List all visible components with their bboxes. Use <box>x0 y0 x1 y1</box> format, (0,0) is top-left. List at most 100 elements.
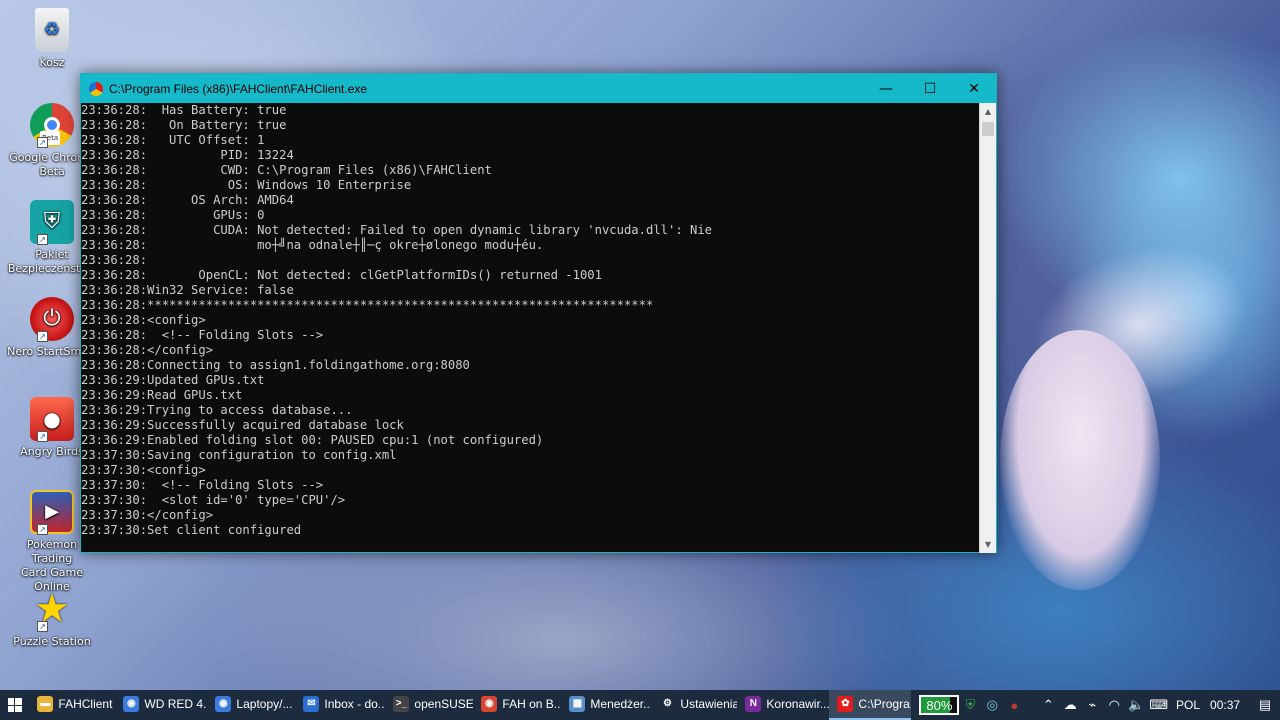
taskbar-item[interactable]: ▦ Menedżer... <box>561 690 651 720</box>
desktop-icon-puzzle-station[interactable]: ★ ↗ Puzzle Station <box>7 587 97 649</box>
windows-logo-icon <box>7 698 22 712</box>
console-line: 23:36:28:*******************************… <box>81 298 654 312</box>
onedrive-cloud-icon[interactable]: ☁ <box>1061 690 1079 720</box>
gear-icon: ⚙ <box>662 698 672 709</box>
folder-icon: ▬ <box>37 696 54 712</box>
console-line: 23:37:30:</config> <box>81 508 214 522</box>
language-indicator[interactable]: POL <box>1176 698 1200 712</box>
taskbar-item-label: C:\Progra... <box>858 697 911 711</box>
chrome-icon: ◉ <box>481 696 498 712</box>
wifi-icon[interactable]: ◠ <box>1105 690 1123 720</box>
chevron-up-icon[interactable]: ⌃ <box>1039 690 1057 720</box>
wallpaper-figure <box>1000 330 1160 590</box>
console-line: 23:36:29:Successfully acquired database … <box>81 418 404 432</box>
console-line: 23:36:28: mo┼╝na odnale┼║─ç okre┼ølonego… <box>81 238 544 252</box>
scroll-down-icon[interactable]: ▼ <box>980 536 996 553</box>
console-line: 23:36:28: GPUs: 0 <box>81 208 265 222</box>
console-line: 23:36:29:Trying to access database... <box>81 403 353 417</box>
console-line: 23:37:30:Saving configuration to config.… <box>81 448 397 462</box>
power-plug-icon[interactable]: ⌁ <box>1083 690 1101 720</box>
close-button[interactable]: ✕ <box>952 74 996 103</box>
scroll-thumb[interactable] <box>982 122 994 136</box>
taskbar-item-label: Laptopy/... <box>236 697 293 711</box>
taskbar-item[interactable]: ⚙ Ustawienia <box>651 690 737 720</box>
console-line: 23:37:30:<config> <box>81 463 206 477</box>
shortcut-arrow-icon: ↗ <box>37 524 48 535</box>
desktop-icon-recycle-bin[interactable]: ♻ Kosz <box>7 8 97 70</box>
console-line: 23:36:28: OS: Windows 10 Enterprise <box>81 178 412 192</box>
console-line: 23:36:28: CUDA: Not detected: Failed to … <box>81 223 713 237</box>
taskbar-item-label: Ustawienia <box>680 697 738 711</box>
fah-icon: ✿ <box>837 696 854 712</box>
taskbar-item-label: Menedżer... <box>590 697 652 711</box>
scroll-up-icon[interactable]: ▲ <box>980 103 996 120</box>
console-line: 23:36:28:Win32 Service: false <box>81 283 294 297</box>
defender-icon[interactable]: ⛨ <box>961 690 979 720</box>
console-line: 23:36:29:Updated GPUs.txt <box>81 373 265 387</box>
taskbar-item[interactable]: ◉ Laptopy/... <box>207 690 295 720</box>
taskbar-item[interactable]: ✿ C:\Progra... <box>829 690 912 720</box>
taskbar: ▬ FAHClient ◉ WD RED 4... ◉ Laptopy/... ✉ Inbox… <box>0 690 1280 720</box>
console-line: 23:36:28:</config> <box>81 343 214 357</box>
taskbar-item[interactable]: >_ openSUSE... <box>385 690 473 720</box>
start-button[interactable] <box>0 690 29 720</box>
taskbar-item-label: WD RED 4... <box>144 697 208 711</box>
console-line: 23:36:29:Read GPUs.txt <box>81 388 243 402</box>
volume-icon[interactable]: 🔈 <box>1127 690 1145 720</box>
shortcut-arrow-icon: ↗ <box>37 234 48 245</box>
shortcut-arrow-icon: ↗ <box>37 431 48 442</box>
chrome-icon: ◉ <box>215 696 232 712</box>
console-line: 23:36:29:Enabled folding slot 00: PAUSED… <box>81 433 544 447</box>
console-output[interactable]: 23:36:28: Has Battery: true 23:36:28: On … <box>81 103 980 553</box>
taskbar-item-label: Koronawir... <box>766 697 830 711</box>
console-line: 23:36:28: On Battery: true <box>81 118 287 132</box>
console-line: 23:36:28: UTC Offset: 1 <box>81 133 265 147</box>
mail-icon: ✉ <box>303 696 320 712</box>
shortcut-arrow-icon: ↗ <box>37 621 48 632</box>
taskbar-item[interactable]: ◉ WD RED 4... <box>115 690 207 720</box>
desktop-icon-label: Kosz <box>39 56 65 69</box>
console-line: 23:36:28: PID: 13224 <box>81 148 294 162</box>
taskbar-item[interactable]: ▬ FAHClient <box>29 690 115 720</box>
console-line: 23:36:28:Connecting to assign1.foldingat… <box>81 358 470 372</box>
notifications-icon[interactable]: ▤ <box>1256 690 1274 720</box>
clock[interactable]: 00:37 <box>1210 698 1240 712</box>
console-line: 23:36:28: <!-- Folding Slots --> <box>81 328 324 342</box>
taskbar-item[interactable]: N Koronawir... <box>737 690 829 720</box>
fah-icon <box>89 81 103 96</box>
taskbar-item-label: FAHClient <box>58 697 113 711</box>
console-line: 23:37:30: <slot id='0' type='CPU'/> <box>81 493 346 507</box>
tray-app-icon[interactable]: ◎ <box>983 690 1001 720</box>
terminal-icon: >_ <box>393 696 410 712</box>
tray-red-icon[interactable]: ● <box>1005 690 1023 720</box>
taskbar-item[interactable]: ✉ Inbox - do... <box>295 690 385 720</box>
onenote-icon: N <box>745 696 762 712</box>
console-line: 23:36:28: OS Arch: AMD64 <box>81 193 294 207</box>
taskbar-item-label: openSUSE... <box>414 697 474 711</box>
maximize-button[interactable]: ☐ <box>908 74 952 103</box>
taskbar-items: ▬ FAHClient ◉ WD RED 4... ◉ Laptopy/... ✉ Inbox… <box>29 690 912 720</box>
window-titlebar[interactable]: C:\Program Files (x86)\FAHClient\FAHClie… <box>81 74 996 103</box>
taskbar-item[interactable]: ◉ FAH on B... <box>473 690 561 720</box>
recycle-bin-icon: ♻ <box>35 8 69 52</box>
minimize-button[interactable]: — <box>864 74 908 103</box>
vertical-scrollbar[interactable]: ▲ ▼ <box>979 103 996 553</box>
console-line: 23:36:28:<config> <box>81 313 206 327</box>
console-window[interactable]: C:\Program Files (x86)\FAHClient\FAHClie… <box>80 73 997 553</box>
battery-indicator[interactable]: 80% <box>919 695 960 715</box>
battery-percent: 80% <box>926 697 953 713</box>
console-line: 23:36:28: <box>81 253 148 267</box>
shortcut-arrow-icon: ↗ <box>37 331 48 342</box>
chrome-icon: ◉ <box>123 696 140 712</box>
taskbar-item-label: Inbox - do... <box>324 697 386 711</box>
console-line: 23:36:28: Has Battery: true <box>81 103 287 117</box>
console-line: 23:37:30: <!-- Folding Slots --> <box>81 478 324 492</box>
desktop-icon-label: Puzzle Station <box>13 635 91 648</box>
console-line: 23:37:30:Set client configured <box>81 523 302 537</box>
console-line: 23:36:28: OpenCL: Not detected: clGetPla… <box>81 268 602 282</box>
keyboard-icon[interactable]: ⌨ <box>1149 690 1168 720</box>
window-title: C:\Program Files (x86)\FAHClient\FAHClie… <box>109 81 368 96</box>
shortcut-arrow-icon: ↗ <box>37 137 48 148</box>
taskbar-item-label: FAH on B... <box>502 697 562 711</box>
console-line: 23:36:28: CWD: C:\Program Files (x86)\FA… <box>81 163 492 177</box>
